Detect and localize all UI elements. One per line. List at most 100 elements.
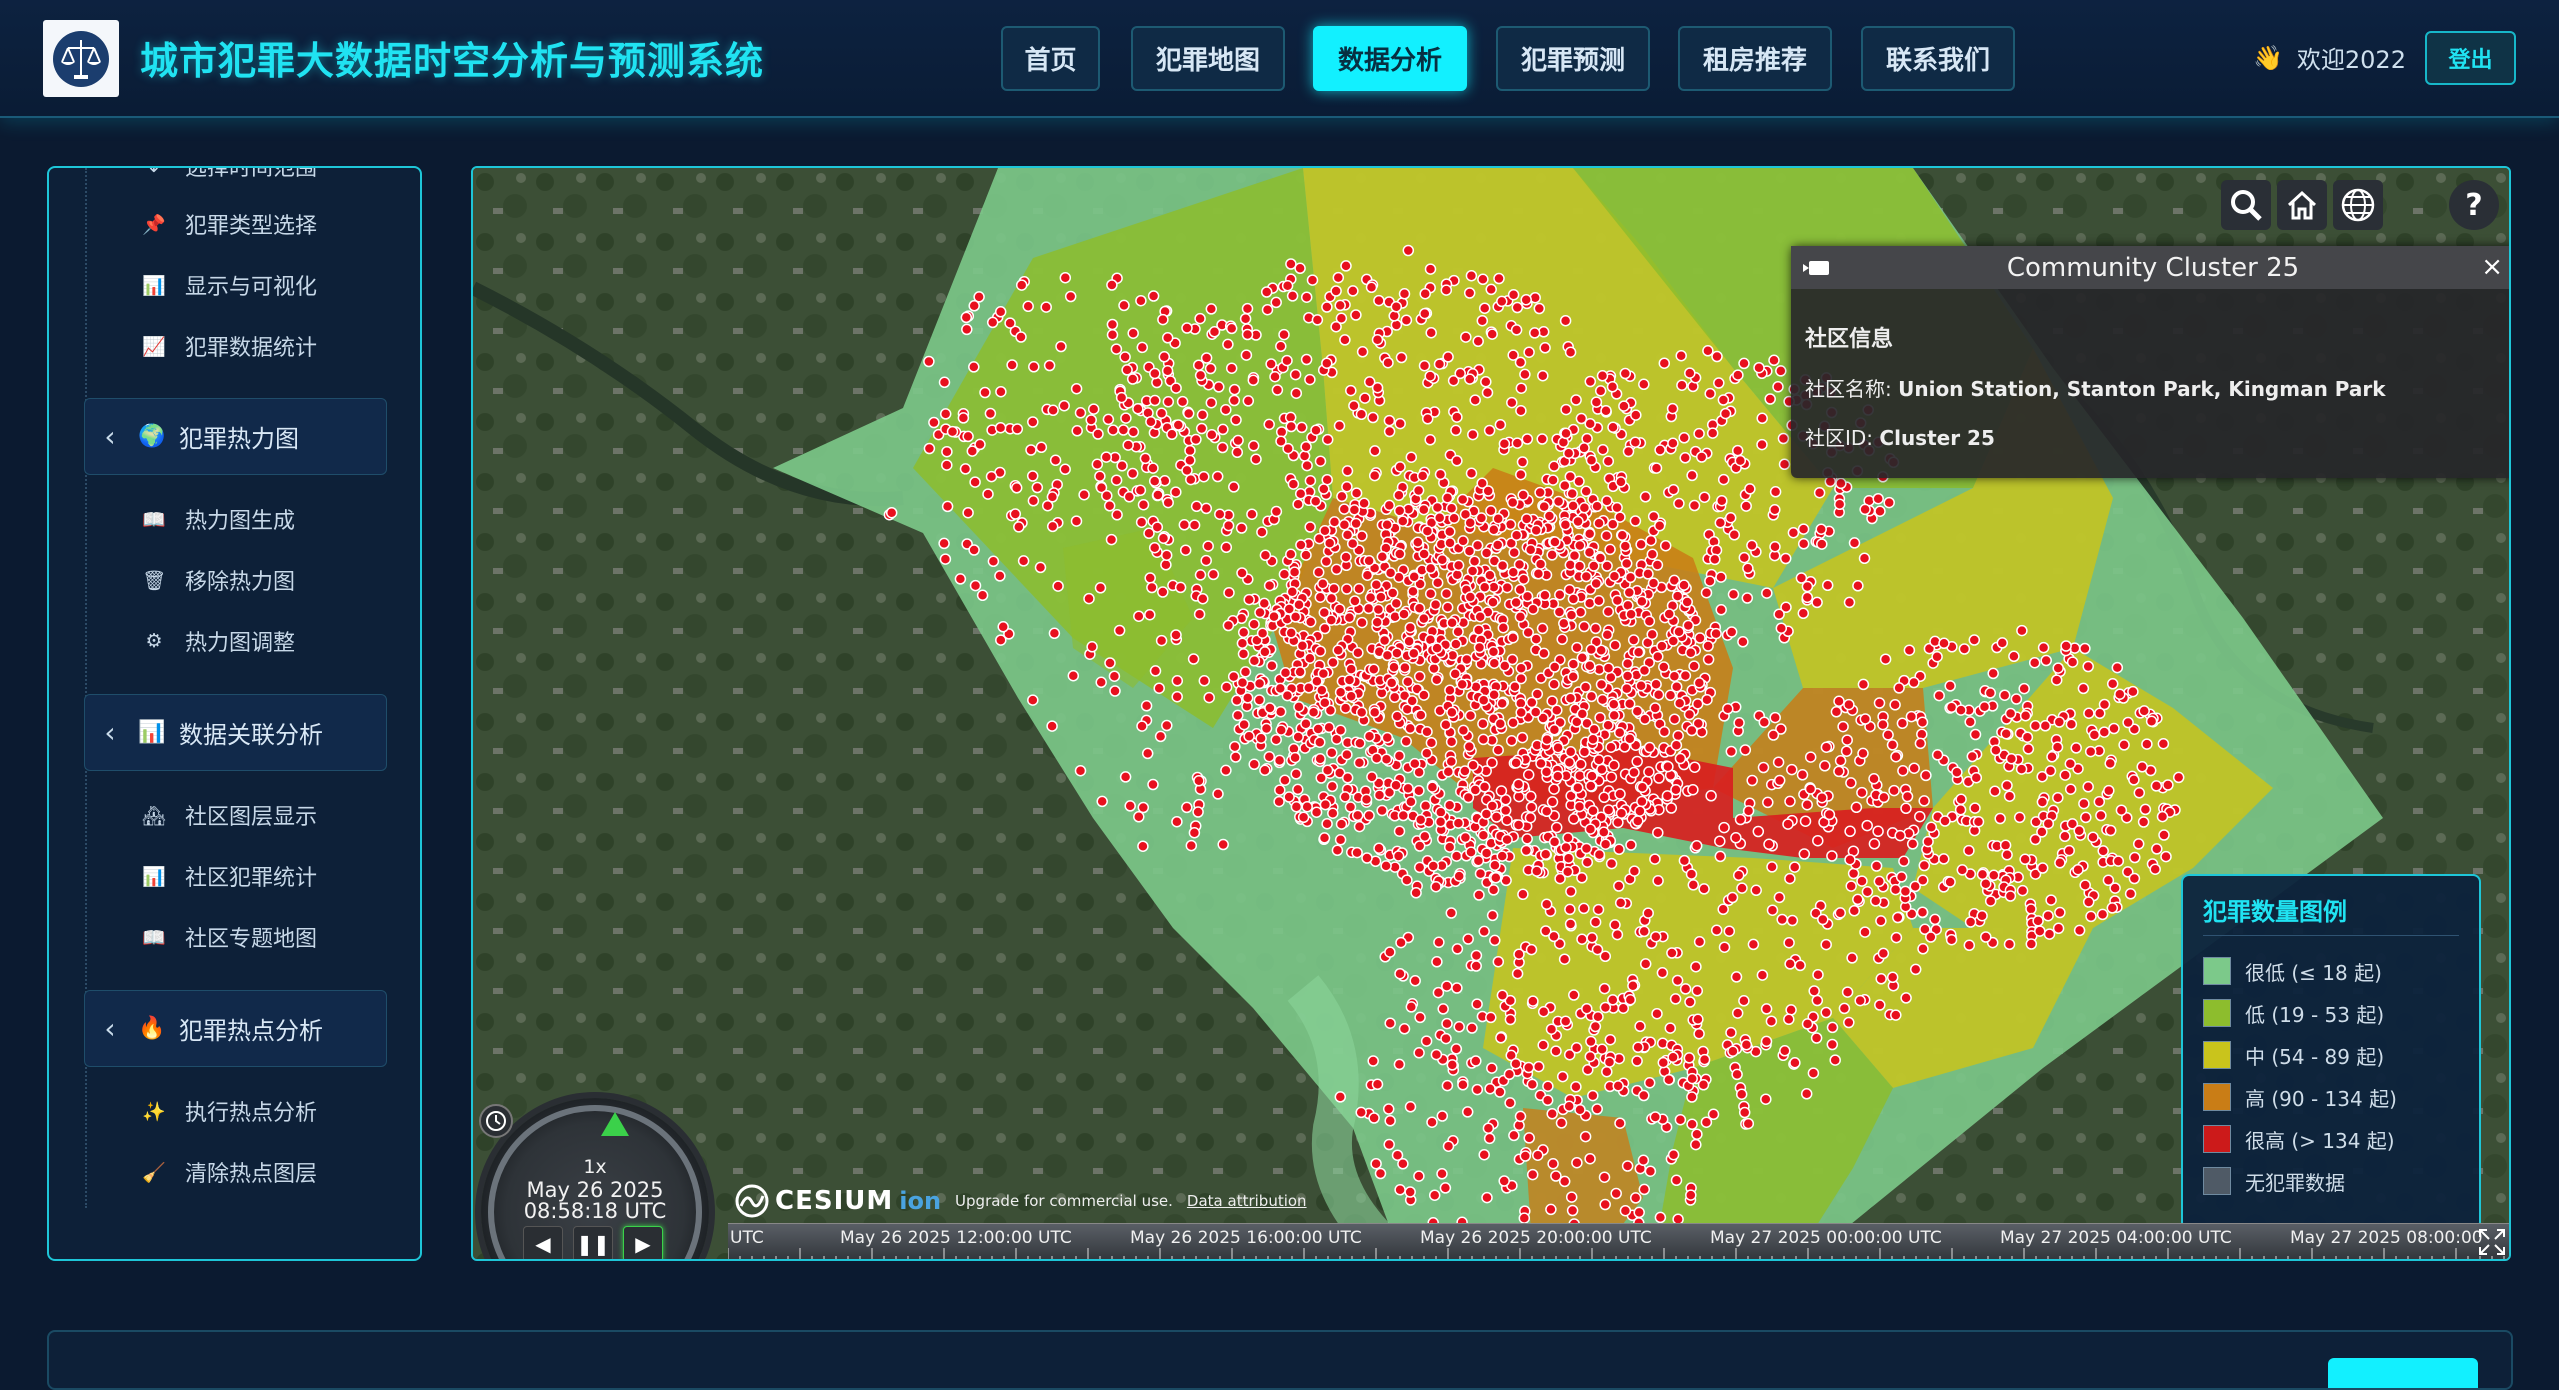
crime-point[interactable] (1440, 587, 1453, 600)
crime-point[interactable] (1515, 468, 1527, 481)
crime-point[interactable] (1345, 384, 1357, 397)
crime-point[interactable] (1314, 455, 1327, 467)
crime-point[interactable] (1945, 701, 1958, 713)
crime-point[interactable] (2141, 738, 2153, 750)
crime-point[interactable] (1688, 761, 1701, 773)
crime-point[interactable] (1469, 394, 1481, 406)
crime-point[interactable] (1608, 698, 1620, 711)
crime-point[interactable] (1139, 452, 1152, 465)
crime-point[interactable] (1087, 403, 1100, 415)
camera-icon[interactable] (1801, 258, 1831, 278)
crime-point[interactable] (1048, 627, 1061, 640)
crime-point[interactable] (1859, 503, 1871, 516)
crime-point[interactable] (1147, 290, 1160, 302)
crime-point[interactable] (1859, 926, 1871, 938)
crime-point[interactable] (1605, 771, 1618, 783)
crime-point[interactable] (1363, 730, 1376, 743)
crime-point[interactable] (1418, 359, 1431, 372)
crime-point[interactable] (1395, 936, 1407, 949)
crime-point[interactable] (1820, 938, 1832, 951)
crime-point[interactable] (1614, 897, 1627, 909)
crime-point[interactable] (1490, 872, 1502, 884)
crime-point[interactable] (1333, 420, 1346, 432)
crime-point[interactable] (1238, 718, 1250, 731)
crime-point[interactable] (1374, 1167, 1387, 1180)
crime-point[interactable] (1359, 392, 1371, 404)
crime-point[interactable] (1852, 580, 1864, 592)
crime-point[interactable] (995, 385, 1007, 398)
crime-point[interactable] (2019, 709, 2032, 722)
crime-point[interactable] (1760, 1093, 1772, 1105)
crime-point[interactable] (1528, 327, 1541, 339)
crime-point[interactable] (1205, 396, 1218, 409)
crime-point[interactable] (1456, 678, 1468, 691)
crime-point[interactable] (1686, 1091, 1698, 1103)
crime-point[interactable] (994, 306, 1007, 318)
crime-point[interactable] (1826, 1021, 1839, 1034)
crime-point[interactable] (1446, 706, 1458, 719)
crime-point[interactable] (1931, 650, 1943, 663)
crime-point[interactable] (1399, 661, 1411, 674)
sidebar-item-visualization[interactable]: 📊 显示与可视化 (141, 265, 317, 305)
crime-point[interactable] (1290, 768, 1302, 780)
crime-point[interactable] (1688, 499, 1701, 512)
crime-point[interactable] (1600, 404, 1612, 417)
crime-point[interactable] (1190, 500, 1203, 513)
crime-point[interactable] (1617, 1002, 1630, 1014)
crime-point[interactable] (1619, 367, 1632, 380)
crime-point[interactable] (1527, 995, 1539, 1007)
crime-point[interactable] (1453, 1021, 1465, 1033)
crime-point[interactable] (1491, 539, 1504, 551)
crime-point[interactable] (1756, 969, 1769, 981)
crime-point[interactable] (1631, 755, 1643, 768)
crime-point[interactable] (2150, 780, 2163, 792)
crime-point[interactable] (1852, 893, 1864, 906)
crime-point[interactable] (1526, 1168, 1539, 1181)
crime-point[interactable] (1441, 1079, 1454, 1092)
crime-point[interactable] (1920, 769, 1932, 782)
crime-point[interactable] (1144, 608, 1156, 621)
crime-point[interactable] (1988, 869, 2000, 882)
crime-point[interactable] (1459, 765, 1471, 777)
crime-point[interactable] (1725, 1026, 1737, 1039)
crime-point[interactable] (1321, 473, 1333, 486)
crime-point[interactable] (1466, 565, 1479, 577)
crime-point[interactable] (1728, 529, 1741, 541)
crime-point[interactable] (1651, 1007, 1663, 1020)
crime-point[interactable] (1715, 571, 1727, 583)
crime-point[interactable] (1440, 284, 1453, 296)
crime-point[interactable] (1348, 399, 1360, 412)
crime-point[interactable] (1508, 1129, 1520, 1142)
crime-point[interactable] (1300, 353, 1313, 366)
crime-point[interactable] (1875, 915, 1887, 927)
crime-point[interactable] (1059, 463, 1071, 476)
crime-point[interactable] (1273, 795, 1285, 808)
crime-point[interactable] (1470, 960, 1482, 972)
crime-point[interactable] (1580, 570, 1593, 583)
crime-point[interactable] (2042, 909, 2054, 922)
crime-point[interactable] (1327, 807, 1339, 819)
crime-point[interactable] (1480, 808, 1493, 820)
crime-point[interactable] (1769, 711, 1781, 724)
crime-point[interactable] (1236, 567, 1248, 579)
crime-point[interactable] (1119, 351, 1131, 363)
crime-point[interactable] (1242, 395, 1255, 407)
crime-point[interactable] (946, 425, 959, 438)
crime-point[interactable] (1667, 483, 1680, 496)
crime-point[interactable] (1643, 1077, 1656, 1089)
crime-point[interactable] (1508, 546, 1520, 559)
crime-point[interactable] (1071, 425, 1083, 437)
crime-point[interactable] (1554, 589, 1566, 601)
crime-point[interactable] (1909, 963, 1922, 976)
crime-point[interactable] (1639, 958, 1652, 970)
crime-point[interactable] (2022, 743, 2035, 755)
crime-point[interactable] (1963, 939, 1976, 952)
crime-point[interactable] (1474, 867, 1487, 880)
sidebar-item-clear-hotspot[interactable]: 🧹 清除热点图层 (141, 1152, 317, 1192)
crime-point[interactable] (1006, 359, 1018, 371)
crime-point[interactable] (1718, 821, 1730, 834)
crime-point[interactable] (1454, 367, 1466, 380)
crime-point[interactable] (1614, 788, 1626, 800)
crime-point[interactable] (1536, 433, 1548, 445)
crime-point[interactable] (1841, 734, 1853, 746)
